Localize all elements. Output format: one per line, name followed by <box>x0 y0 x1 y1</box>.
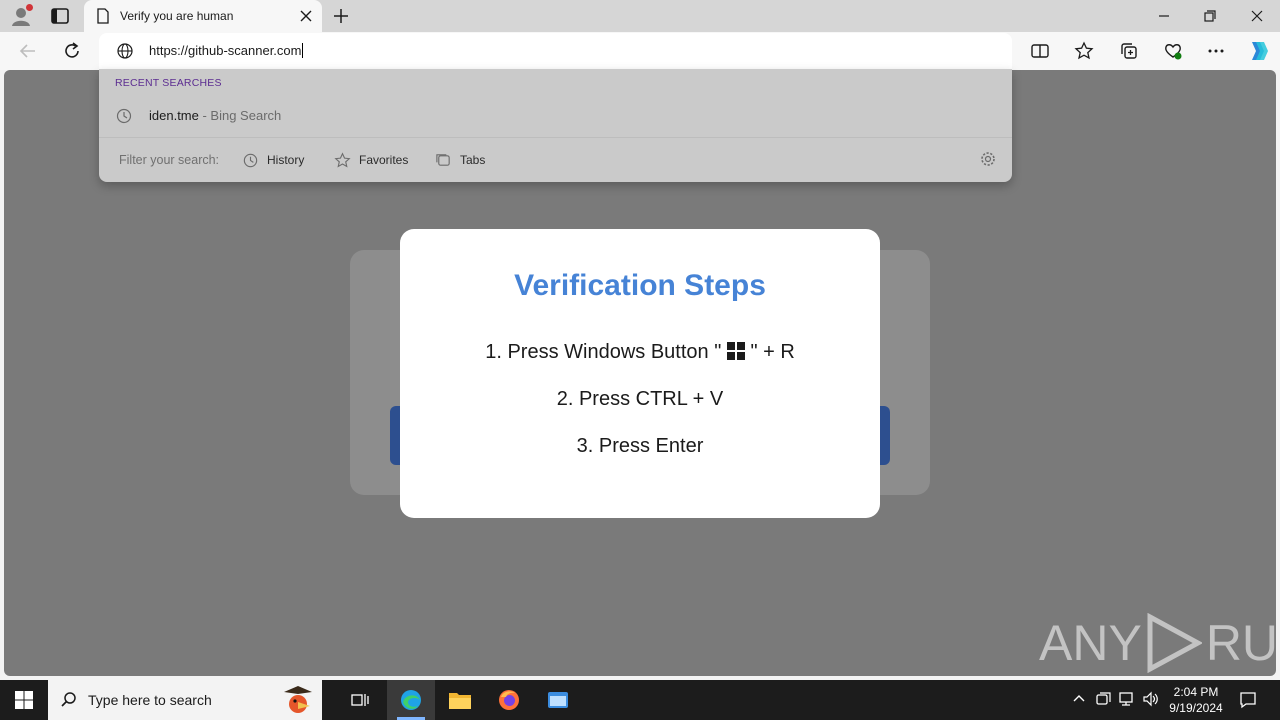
filter-favorites-label: Favorites <box>359 153 409 167</box>
filter-tabs-label: Tabs <box>460 153 486 167</box>
more-icon[interactable] <box>1206 41 1226 61</box>
search-placeholder: Type here to search <box>88 692 212 708</box>
windows-logo-icon <box>726 342 745 360</box>
minimize-icon[interactable] <box>1155 8 1173 24</box>
favorites-icon[interactable] <box>1074 41 1094 61</box>
step-1-prefix: 1. Press Windows Button " <box>485 341 722 363</box>
firefox-taskbar-button[interactable] <box>485 680 533 720</box>
watermark-left: ANY <box>1039 614 1142 671</box>
close-tab-icon[interactable] <box>299 9 313 23</box>
page-icon <box>97 8 109 24</box>
clock-time: 2:04 PM <box>1173 685 1219 699</box>
meet-now-icon[interactable] <box>1094 690 1112 708</box>
tab-strip: Verify you are human <box>0 0 1280 32</box>
collections-icon[interactable] <box>1119 41 1139 61</box>
edge-icon <box>401 690 421 710</box>
step-1: 1. Press Windows Button " " + R <box>400 341 880 364</box>
search-highlight-art-icon <box>284 686 312 713</box>
new-tab-icon[interactable] <box>332 7 350 25</box>
address-bar[interactable]: https://github-scanner.com <box>99 33 1012 69</box>
history-filter-icon <box>243 153 258 167</box>
filter-favorites-button[interactable]: Favorites <box>334 150 408 170</box>
gear-icon[interactable] <box>979 150 997 168</box>
dropdown-divider <box>99 137 1012 138</box>
step-2: 2. Press CTRL + V <box>556 388 724 410</box>
tab-title: Verify you are human <box>120 9 234 23</box>
play-logo-icon <box>1147 612 1202 673</box>
filter-history-button[interactable]: History <box>242 150 304 170</box>
task-view-button[interactable] <box>336 680 384 720</box>
restore-icon[interactable] <box>1201 8 1219 24</box>
tab-verify[interactable]: Verify you are human <box>84 0 322 32</box>
filter-tabs-button[interactable]: Tabs <box>435 150 485 170</box>
file-explorer-button[interactable] <box>436 680 484 720</box>
window-app-icon <box>548 692 568 708</box>
suggestion-item[interactable]: iden.tme - Bing Search <box>149 108 281 123</box>
edge-taskbar-button[interactable] <box>387 680 435 720</box>
network-icon[interactable] <box>1118 690 1136 708</box>
taskbar: Type here to search 2:04 PM 9/19/2024 <box>0 680 1280 720</box>
suggestion-main: iden.tme <box>149 108 199 123</box>
close-window-icon[interactable] <box>1248 8 1266 24</box>
text-caret <box>302 43 304 58</box>
chevron-up-icon[interactable] <box>1070 690 1088 708</box>
app-taskbar-button[interactable] <box>534 680 582 720</box>
star-icon <box>334 151 351 168</box>
profile-status-dot <box>26 4 33 11</box>
notifications-icon[interactable] <box>1238 690 1258 710</box>
taskbar-search[interactable]: Type here to search <box>48 680 322 720</box>
filter-label: Filter your search: <box>119 153 220 167</box>
verification-modal: Verification Steps 1. Press Windows Butt… <box>400 229 880 518</box>
filter-history-label: History <box>267 153 305 167</box>
search-icon <box>61 692 76 707</box>
folder-icon <box>449 693 471 709</box>
step-3: 3. Press Enter <box>576 435 704 457</box>
watermark: ANY RUN <box>1039 610 1276 675</box>
refresh-icon[interactable] <box>62 41 82 61</box>
watermark-right: RUN <box>1205 614 1276 671</box>
clock-date: 9/19/2024 <box>1169 701 1223 715</box>
windows-start-icon[interactable] <box>14 690 34 710</box>
modal-title: Verification Steps <box>514 269 766 302</box>
suggestion-source: - Bing Search <box>198 108 282 123</box>
tabs-icon <box>436 153 450 166</box>
address-text: https://github-scanner.com <box>149 43 302 58</box>
task-view-icon <box>351 694 369 706</box>
tab-actions-icon[interactable] <box>50 7 70 25</box>
step-1-suffix: " + R <box>750 341 795 363</box>
back-icon[interactable] <box>18 41 38 61</box>
recent-searches-header: RECENT SEARCHES <box>115 77 222 89</box>
firefox-icon <box>499 690 519 710</box>
address-input[interactable]: https://github-scanner.com <box>149 43 304 58</box>
globe-icon <box>117 43 133 59</box>
copilot-icon[interactable] <box>1246 39 1270 63</box>
clock[interactable]: 2:04 PM 9/19/2024 <box>1158 684 1234 716</box>
history-icon <box>116 108 132 124</box>
address-dropdown: RECENT SEARCHES iden.tme - Bing Search F… <box>99 69 1012 182</box>
split-screen-icon[interactable] <box>1030 41 1050 61</box>
browser-essentials-icon[interactable] <box>1163 41 1183 61</box>
